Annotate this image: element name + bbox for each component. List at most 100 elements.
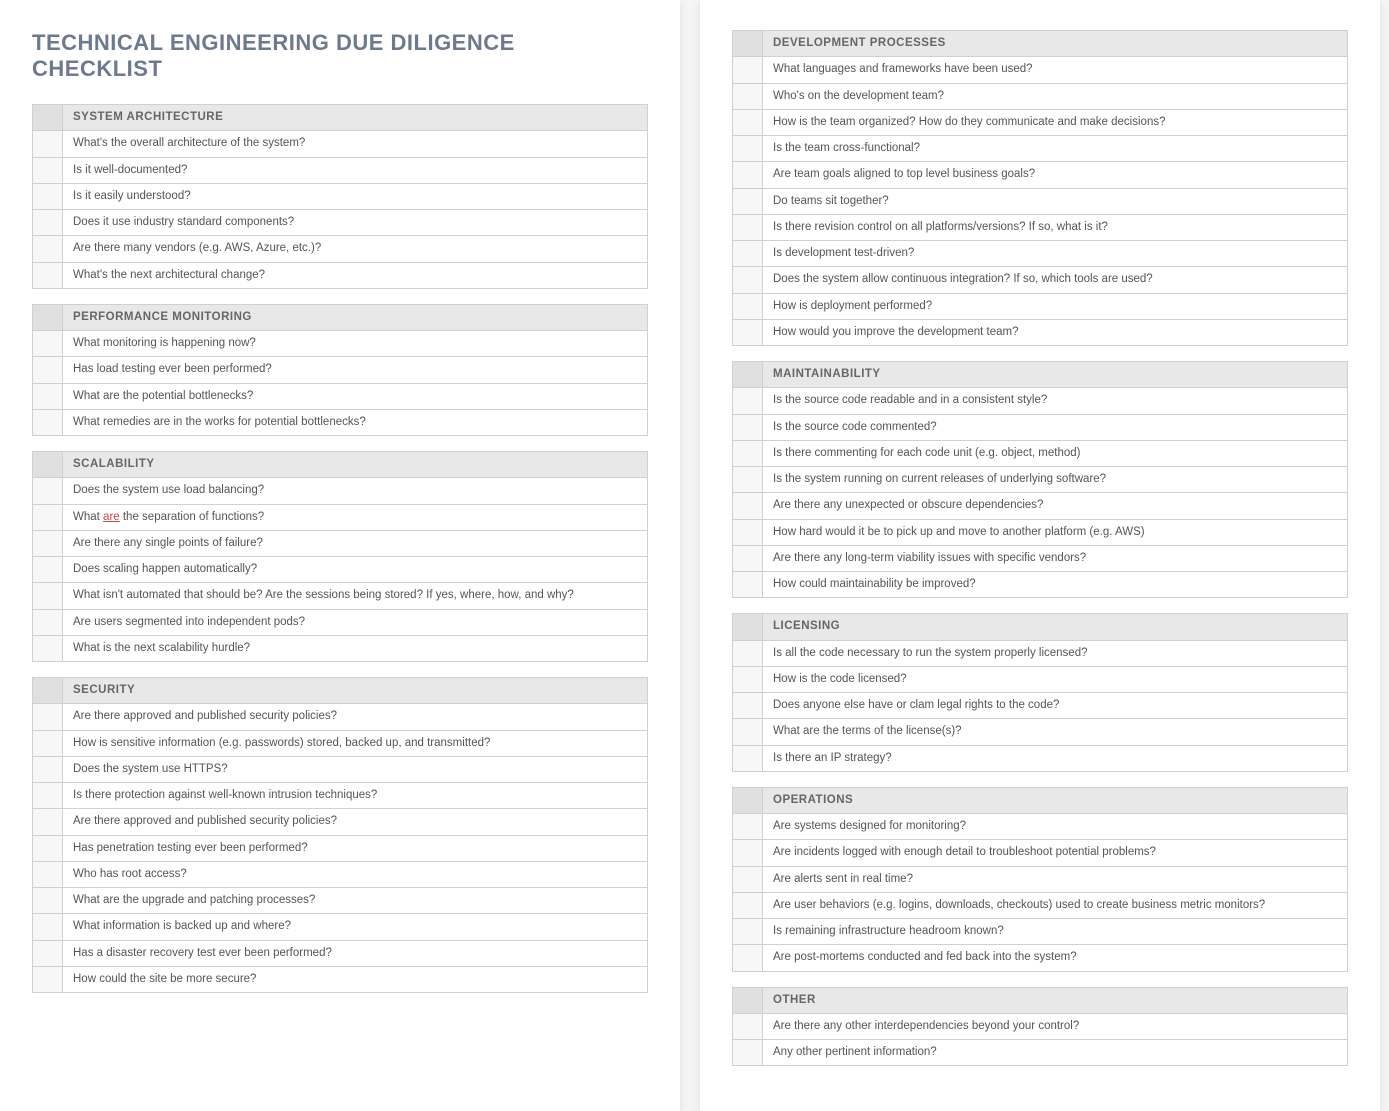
checkbox-cell[interactable]: [33, 704, 63, 729]
checkbox-cell[interactable]: [33, 836, 63, 861]
checkbox-cell[interactable]: [33, 557, 63, 582]
checkbox-cell[interactable]: [733, 520, 763, 545]
checklist-row: What isn't automated that should be? Are…: [32, 582, 648, 608]
checklist-item-text: What isn't automated that should be? Are…: [63, 583, 647, 608]
checkbox-cell[interactable]: [733, 441, 763, 466]
checklist-row: What are the potential bottlenecks?: [32, 383, 648, 409]
checklist-item-text: Are there approved and published securit…: [63, 809, 647, 834]
checklist-row: Who's on the development team?: [732, 83, 1348, 109]
checklist-row: What are the separation of functions?: [32, 504, 648, 530]
checkbox-cell[interactable]: [33, 263, 63, 288]
checkbox-cell[interactable]: [33, 941, 63, 966]
checklist-row: Are systems designed for monitoring?: [732, 813, 1348, 839]
checklist-row: Is there protection against well-known i…: [32, 782, 648, 808]
checklist-row: How is the team organized? How do they c…: [732, 109, 1348, 135]
checklist-item-text: What remedies are in the works for poten…: [63, 410, 647, 435]
checkbox-cell[interactable]: [733, 546, 763, 571]
checkbox-cell[interactable]: [733, 493, 763, 518]
checklist-item-text: Has load testing ever been performed?: [63, 357, 647, 382]
checklist-item-text: What's the next architectural change?: [63, 263, 647, 288]
checkbox-cell[interactable]: [733, 667, 763, 692]
checkbox-cell[interactable]: [33, 478, 63, 503]
checkbox-cell[interactable]: [733, 189, 763, 214]
checkbox-cell[interactable]: [733, 136, 763, 161]
checkbox-cell[interactable]: [33, 636, 63, 661]
checklist-row: Is the system running on current release…: [732, 466, 1348, 492]
checkbox-cell[interactable]: [733, 267, 763, 292]
checkbox-cell[interactable]: [733, 294, 763, 319]
checkbox-cell[interactable]: [33, 583, 63, 608]
checklist-row: How hard would it be to pick up and move…: [732, 519, 1348, 545]
checklist-item-text: What's the overall architecture of the s…: [63, 131, 647, 156]
checkbox-cell[interactable]: [33, 410, 63, 435]
checklist-item-text: Is the team cross-functional?: [763, 136, 1347, 161]
checkbox-cell[interactable]: [733, 320, 763, 345]
checklist-row: Does the system use HTTPS?: [32, 756, 648, 782]
checklist-section: SYSTEM ARCHITECTUREWhat's the overall ar…: [32, 104, 648, 289]
checklist-item-text: How is the team organized? How do they c…: [763, 110, 1347, 135]
checkbox-cell[interactable]: [733, 467, 763, 492]
checkbox-cell[interactable]: [33, 862, 63, 887]
checkbox-cell[interactable]: [33, 731, 63, 756]
checkbox-cell[interactable]: [733, 1014, 763, 1039]
checkbox-cell[interactable]: [33, 357, 63, 382]
checkbox-cell[interactable]: [733, 241, 763, 266]
checkbox-cell[interactable]: [733, 719, 763, 744]
checkbox-cell[interactable]: [33, 967, 63, 992]
page-title: TECHNICAL ENGINEERING DUE DILIGENCE CHEC…: [32, 30, 648, 82]
checkbox-cell[interactable]: [33, 131, 63, 156]
checkbox-cell[interactable]: [733, 572, 763, 597]
checkbox-cell[interactable]: [33, 384, 63, 409]
checkbox-cell[interactable]: [733, 945, 763, 970]
checkbox-cell[interactable]: [733, 840, 763, 865]
checkbox-cell[interactable]: [733, 415, 763, 440]
checkbox-cell[interactable]: [33, 184, 63, 209]
checkbox-cell[interactable]: [33, 888, 63, 913]
checklist-row: Do teams sit together?: [732, 188, 1348, 214]
checkbox-cell[interactable]: [33, 757, 63, 782]
checkbox-cell[interactable]: [733, 641, 763, 666]
checkbox-cell[interactable]: [33, 809, 63, 834]
checklist-row: Are there approved and published securit…: [32, 808, 648, 834]
checklist-row: Are there any unexpected or obscure depe…: [732, 492, 1348, 518]
checkbox-cell[interactable]: [733, 867, 763, 892]
checklist-row: Are team goals aligned to top level busi…: [732, 161, 1348, 187]
checkbox-cell[interactable]: [33, 236, 63, 261]
checkbox-cell[interactable]: [733, 693, 763, 718]
section-header-label: DEVELOPMENT PROCESSES: [763, 31, 1347, 56]
checkbox-cell[interactable]: [33, 158, 63, 183]
section-header-label: SECURITY: [63, 678, 647, 703]
checklist-section: OTHERAre there any other interdependenci…: [732, 987, 1348, 1067]
checklist-row: What are the terms of the license(s)?: [732, 718, 1348, 744]
checklist-section: LICENSINGIs all the code necessary to ru…: [732, 613, 1348, 772]
checkbox-cell[interactable]: [733, 110, 763, 135]
checklist-item-text: Are team goals aligned to top level busi…: [763, 162, 1347, 187]
checklist-item-text: Any other pertinent information?: [763, 1040, 1347, 1065]
checklist-row: What is the next scalability hurdle?: [32, 635, 648, 662]
checkbox-cell[interactable]: [33, 505, 63, 530]
checkbox-cell[interactable]: [733, 162, 763, 187]
checkbox-cell[interactable]: [733, 57, 763, 82]
checkbox-cell[interactable]: [733, 388, 763, 413]
checkbox-cell[interactable]: [733, 814, 763, 839]
checkbox-cell[interactable]: [33, 914, 63, 939]
checkbox-cell[interactable]: [33, 531, 63, 556]
checkbox-cell[interactable]: [733, 84, 763, 109]
checklist-row: Are there any single points of failure?: [32, 530, 648, 556]
section-header-row: SCALABILITY: [32, 451, 648, 477]
checkbox-cell[interactable]: [733, 1040, 763, 1065]
checkbox-cell[interactable]: [733, 893, 763, 918]
checklist-row: Is all the code necessary to run the sys…: [732, 640, 1348, 666]
checkbox-cell[interactable]: [33, 210, 63, 235]
header-checkbox-cell: [733, 31, 763, 56]
checklist-row: Is remaining infrastructure headroom kno…: [732, 918, 1348, 944]
right-page: DEVELOPMENT PROCESSESWhat languages and …: [700, 0, 1380, 1111]
checklist-item-text: Is there protection against well-known i…: [63, 783, 647, 808]
checkbox-cell[interactable]: [33, 331, 63, 356]
checklist-row: How could the site be more secure?: [32, 966, 648, 993]
checkbox-cell[interactable]: [33, 610, 63, 635]
checkbox-cell[interactable]: [733, 746, 763, 771]
checkbox-cell[interactable]: [33, 783, 63, 808]
checkbox-cell[interactable]: [733, 215, 763, 240]
checkbox-cell[interactable]: [733, 919, 763, 944]
